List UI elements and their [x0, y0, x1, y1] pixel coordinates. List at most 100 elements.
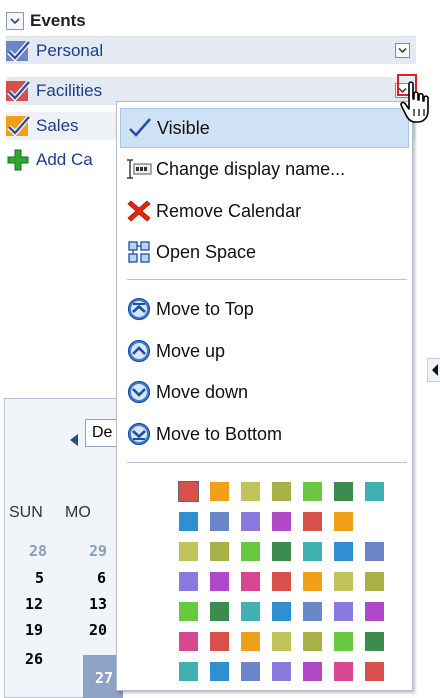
- color-swatch[interactable]: [334, 482, 353, 501]
- color-swatch[interactable]: [241, 512, 260, 531]
- color-swatch[interactable]: [179, 602, 198, 621]
- calendar-day-today[interactable]: 27: [95, 669, 113, 687]
- color-swatch[interactable]: [272, 542, 291, 561]
- calendar-visibility-checkbox[interactable]: [6, 79, 32, 103]
- color-swatch[interactable]: [210, 572, 229, 591]
- calendar-name[interactable]: Personal: [36, 41, 103, 61]
- color-swatch[interactable]: [334, 572, 353, 591]
- color-swatch[interactable]: [241, 572, 260, 591]
- color-swatch[interactable]: [179, 512, 198, 531]
- color-swatch[interactable]: [178, 481, 199, 502]
- calendar-row-personal[interactable]: Personal: [6, 36, 416, 64]
- color-swatch[interactable]: [303, 602, 322, 621]
- menu-item-move-to-bottom[interactable]: Move to Bottom: [120, 414, 409, 454]
- color-swatch[interactable]: [179, 632, 198, 651]
- calendar-day[interactable]: 19: [25, 621, 43, 639]
- calendar-visibility-checkbox[interactable]: [6, 39, 32, 63]
- color-swatch[interactable]: [334, 542, 353, 561]
- color-swatch[interactable]: [179, 572, 198, 591]
- red-x-icon: [126, 198, 152, 224]
- move-to-bottom-icon: [126, 421, 152, 447]
- calendar-menu-button[interactable]: [395, 43, 410, 58]
- color-swatch[interactable]: [272, 512, 291, 531]
- events-collapse-toggle[interactable]: [6, 12, 24, 30]
- checkmark-icon: [7, 39, 31, 62]
- add-calendar-label[interactable]: Add Ca: [36, 150, 93, 170]
- hand-cursor-icon: [400, 80, 436, 131]
- color-swatch[interactable]: [210, 512, 229, 531]
- menu-item-move-to-top[interactable]: Move to Top: [120, 289, 409, 329]
- open-space-icon: [126, 239, 152, 265]
- color-swatch[interactable]: [210, 602, 229, 621]
- color-swatch[interactable]: [179, 542, 198, 561]
- menu-item-label: Move to Bottom: [156, 423, 283, 444]
- move-to-top-icon: [126, 296, 152, 322]
- calendar-day[interactable]: 13: [89, 595, 107, 613]
- chevron-down-icon: [398, 47, 407, 54]
- color-swatch[interactable]: [272, 632, 291, 651]
- color-swatch[interactable]: [210, 662, 229, 681]
- plus-icon: [6, 148, 32, 172]
- calendar-day[interactable]: 26: [25, 650, 43, 668]
- color-swatch[interactable]: [241, 662, 260, 681]
- color-swatch[interactable]: [365, 632, 384, 651]
- color-swatch[interactable]: [272, 662, 291, 681]
- menu-item-label: Move down: [156, 381, 249, 402]
- menu-item-move-down[interactable]: Move down: [120, 372, 409, 412]
- menu-item-move-up[interactable]: Move up: [120, 331, 409, 371]
- menu-separator: [127, 279, 407, 280]
- chevron-down-icon: [10, 18, 20, 25]
- color-swatch[interactable]: [179, 662, 198, 681]
- calendar-day[interactable]: 12: [25, 595, 43, 613]
- color-swatch[interactable]: [365, 542, 384, 561]
- color-swatch[interactable]: [241, 482, 260, 501]
- calendar-day[interactable]: 29: [89, 542, 107, 560]
- menu-item-label: Remove Calendar: [156, 200, 302, 221]
- color-swatch[interactable]: [241, 542, 260, 561]
- color-swatch[interactable]: [303, 542, 322, 561]
- calendar-day[interactable]: 28: [29, 542, 47, 560]
- color-swatch[interactable]: [272, 482, 291, 501]
- mini-calendar: De SUN MO 28 29 5 6 12 13 19 20 26 27: [4, 398, 125, 698]
- color-swatch[interactable]: [303, 482, 322, 501]
- menu-item-visible[interactable]: Visible: [120, 108, 409, 148]
- calendar-day[interactable]: 5: [35, 569, 44, 587]
- color-swatch[interactable]: [303, 662, 322, 681]
- color-swatch[interactable]: [334, 632, 353, 651]
- calendar-context-menu: Visible Change display name... Remove Ca…: [116, 101, 413, 691]
- color-swatch[interactable]: [334, 662, 353, 681]
- color-swatch[interactable]: [365, 662, 384, 681]
- color-swatch[interactable]: [210, 542, 229, 561]
- previous-month-button[interactable]: [69, 433, 79, 452]
- color-swatch[interactable]: [334, 602, 353, 621]
- calendar-day[interactable]: 20: [89, 621, 107, 639]
- color-swatch[interactable]: [303, 512, 322, 531]
- color-swatch[interactable]: [334, 512, 353, 531]
- color-swatch[interactable]: [303, 572, 322, 591]
- menu-separator: [127, 462, 407, 463]
- color-swatch[interactable]: [365, 482, 384, 501]
- color-swatch[interactable]: [365, 572, 384, 591]
- calendar-day[interactable]: 6: [97, 569, 106, 587]
- color-swatch[interactable]: [210, 482, 229, 501]
- color-swatch[interactable]: [241, 632, 260, 651]
- color-swatch[interactable]: [272, 602, 291, 621]
- menu-item-change-display-name[interactable]: Change display name...: [120, 149, 409, 189]
- calendar-visibility-checkbox[interactable]: [6, 114, 32, 138]
- color-swatch[interactable]: [210, 632, 229, 651]
- checkmark-icon: [7, 115, 31, 137]
- rename-icon: [126, 156, 152, 182]
- color-swatch[interactable]: [365, 602, 384, 621]
- color-swatch[interactable]: [303, 632, 322, 651]
- color-swatch[interactable]: [272, 572, 291, 591]
- calendar-name[interactable]: Facilities: [36, 81, 102, 101]
- move-down-icon: [126, 379, 152, 405]
- menu-item-label: Move up: [156, 340, 226, 361]
- arrow-left-icon: [432, 364, 438, 376]
- panel-collapse-tab[interactable]: [427, 358, 440, 382]
- menu-item-remove-calendar[interactable]: Remove Calendar: [120, 191, 409, 231]
- calendar-name[interactable]: Sales: [36, 116, 79, 136]
- events-header: Events: [6, 8, 86, 34]
- menu-item-open-space[interactable]: Open Space: [120, 232, 409, 272]
- color-swatch[interactable]: [241, 602, 260, 621]
